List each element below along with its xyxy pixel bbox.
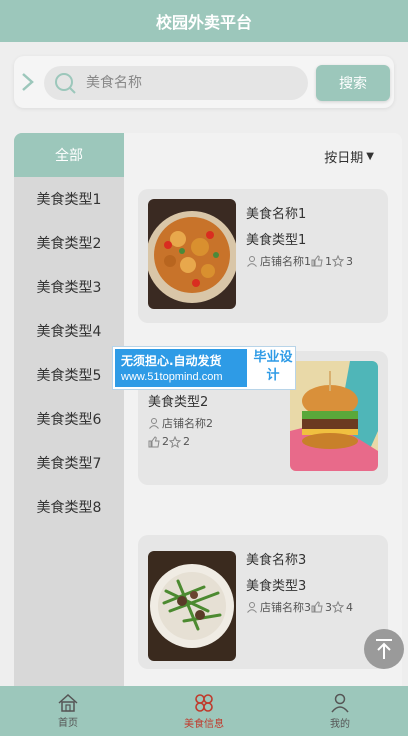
shop-name: 店铺名称3 xyxy=(260,601,311,614)
thumbs-up-icon xyxy=(311,255,323,267)
arrow-up-icon xyxy=(376,639,392,659)
favorite-count: 2 xyxy=(183,435,190,448)
thumbs-up-icon xyxy=(148,435,160,447)
food-type: 美食类型3 xyxy=(246,579,307,594)
category-item[interactable]: 美食类型8 xyxy=(14,485,124,529)
favorite-count: 4 xyxy=(346,600,353,614)
content-panel: 全部 美食类型1 美食类型2 美食类型3 美食类型4 美食类型5 美食类型6 美… xyxy=(14,133,402,693)
tab-food-info[interactable]: 美食信息 xyxy=(136,686,272,736)
category-item[interactable]: 美食类型4 xyxy=(14,309,124,353)
food-name: 美食名称1 xyxy=(246,207,307,222)
like-count: 2 xyxy=(162,435,169,448)
food-image-burger xyxy=(290,361,378,471)
category-item[interactable]: 美食类型6 xyxy=(14,397,124,441)
app-header: 校园外卖平台 xyxy=(0,0,408,42)
watermark-line2: www.51topmind.com xyxy=(121,371,223,383)
sort-label: 按日期 xyxy=(324,151,364,166)
search-bar: 搜索 xyxy=(14,56,394,108)
search-button[interactable]: 搜索 xyxy=(316,65,390,101)
tab-food-info-label: 美食信息 xyxy=(184,718,224,730)
grid-icon xyxy=(195,693,213,712)
user-icon xyxy=(247,602,257,613)
like-count: 1 xyxy=(325,254,332,268)
shop-name: 店铺名称1 xyxy=(260,255,311,268)
home-icon xyxy=(58,693,78,712)
food-image-green-beans xyxy=(148,551,236,661)
like-count: 3 xyxy=(325,600,332,614)
back-to-top-button[interactable] xyxy=(364,629,404,669)
category-all[interactable]: 全部 xyxy=(14,133,124,177)
watermark-left: 无须担心.自动发货 www.51topmind.com xyxy=(115,349,247,387)
chevron-right-icon[interactable] xyxy=(20,70,36,94)
watermark-line1: 无须担心.自动发货 xyxy=(121,354,222,368)
category-item[interactable]: 美食类型7 xyxy=(14,441,124,485)
search-input[interactable] xyxy=(86,72,296,94)
user-icon xyxy=(149,418,159,429)
bottom-tabbar: 首页 美食信息 我的 xyxy=(0,686,408,736)
watermark-right: 毕业设计 xyxy=(253,350,293,383)
food-meta-shop: 店铺名称2 xyxy=(148,415,213,431)
food-type: 美食类型1 xyxy=(246,233,307,248)
category-item[interactable]: 美食类型3 xyxy=(14,265,124,309)
food-image-spicy-chicken xyxy=(148,199,236,309)
category-all-label: 全部 xyxy=(55,148,83,164)
food-meta-counts: 2 2 xyxy=(148,435,190,448)
food-card[interactable]: 美食名称1 美食类型1 店铺名称1 1 3 xyxy=(138,189,388,323)
category-item[interactable]: 美食类型2 xyxy=(14,221,124,265)
search-button-label: 搜索 xyxy=(339,76,367,92)
thumbs-up-icon xyxy=(311,601,323,613)
tab-mine-label: 我的 xyxy=(330,718,350,730)
search-icon xyxy=(55,73,76,94)
tab-home-label: 首页 xyxy=(58,717,78,729)
tab-mine[interactable]: 我的 xyxy=(272,686,408,736)
food-type: 美食类型2 xyxy=(148,395,209,410)
caret-down-icon: ▼ xyxy=(366,151,374,162)
shop-name: 店铺名称2 xyxy=(162,417,213,430)
category-item[interactable]: 美食类型5 xyxy=(14,353,124,397)
star-icon xyxy=(332,255,344,267)
food-meta: 店铺名称3 3 4 xyxy=(246,599,353,615)
star-icon xyxy=(169,435,181,448)
star-icon xyxy=(332,601,344,613)
page-title: 校园外卖平台 xyxy=(155,13,252,32)
user-icon xyxy=(331,693,349,712)
favorite-count: 3 xyxy=(346,254,353,268)
tab-home[interactable]: 首页 xyxy=(0,686,136,736)
category-item[interactable]: 美食类型1 xyxy=(14,177,124,221)
food-meta: 店铺名称1 1 3 xyxy=(246,253,353,269)
category-sidebar: 全部 美食类型1 美食类型2 美食类型3 美食类型4 美食类型5 美食类型6 美… xyxy=(14,133,124,693)
user-icon xyxy=(247,256,257,267)
food-card[interactable]: 美食名称3 美食类型3 店铺名称3 3 4 xyxy=(138,535,388,669)
search-field[interactable] xyxy=(44,66,308,100)
sort-dropdown[interactable]: 按日期 ▼ xyxy=(324,147,374,166)
food-name: 美食名称3 xyxy=(246,553,307,568)
watermark-banner: 无须担心.自动发货 www.51topmind.com 毕业设计 xyxy=(112,346,296,390)
